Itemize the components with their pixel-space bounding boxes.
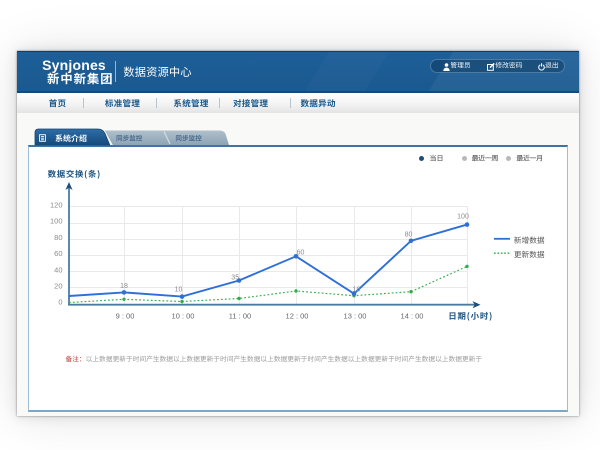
svg-text:0: 0 <box>58 298 62 307</box>
svg-text:12 : 00: 12 : 00 <box>286 312 309 321</box>
svg-text:14 : 00: 14 : 00 <box>401 312 424 321</box>
svg-text:10: 10 <box>175 287 183 294</box>
svg-text:60: 60 <box>297 249 305 256</box>
svg-text:100: 100 <box>50 217 63 226</box>
svg-text:13 : 00: 13 : 00 <box>344 312 367 321</box>
svg-text:35: 35 <box>231 275 239 282</box>
svg-text:100: 100 <box>457 214 469 221</box>
svg-text:9 : 00: 9 : 00 <box>116 312 135 321</box>
svg-text:80: 80 <box>405 232 413 239</box>
svg-text:18: 18 <box>120 283 128 290</box>
svg-text:80: 80 <box>54 233 62 242</box>
svg-text:10 : 00: 10 : 00 <box>172 312 195 321</box>
svg-text:120: 120 <box>50 201 63 210</box>
svg-text:11 : 00: 11 : 00 <box>229 312 251 321</box>
svg-text:40: 40 <box>54 265 62 274</box>
svg-text:60: 60 <box>54 249 62 258</box>
svg-text:10: 10 <box>353 287 361 294</box>
svg-text:20: 20 <box>54 282 62 291</box>
